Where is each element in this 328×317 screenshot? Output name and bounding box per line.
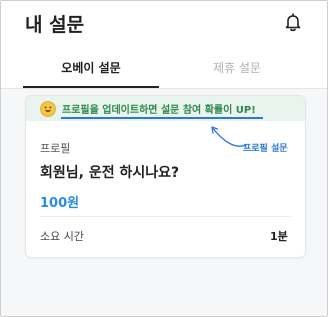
tab-partner-survey[interactable]: 제휴 설문 [169, 53, 305, 88]
survey-reward: 100원 [40, 196, 80, 211]
survey-category: 프로필 [40, 142, 71, 155]
divider [40, 216, 291, 217]
bell-icon[interactable] [282, 11, 304, 33]
banner-text: 프로필을 업데이트하면 설문 참여 확률이 UP! [62, 105, 256, 116]
tab-bar: 오베이 설문 제휴 설문 [1, 53, 327, 89]
duration-label: 소요 시간 [40, 230, 84, 243]
top-bar: 내 설문 [1, 1, 327, 43]
tab-obey-survey[interactable]: 오베이 설문 [23, 53, 159, 88]
app-screen: 내 설문 오베이 설문 제휴 설문 프로필을 업데이트하면 설문 참여 확률이 … [0, 0, 328, 317]
survey-card[interactable]: 프로필을 업데이트하면 설문 참여 확률이 UP! 프로필 회원님, 운전 하시… [25, 95, 306, 258]
survey-question: 회원님, 운전 하시나요? [40, 165, 180, 181]
profile-banner[interactable]: 프로필을 업데이트하면 설문 참여 확률이 UP! [26, 96, 305, 121]
page-title: 내 설문 [25, 14, 85, 36]
callout-label: 프로필 설문 [243, 144, 288, 154]
smile-emoji-icon [40, 101, 56, 117]
duration-value: 1분 [270, 230, 288, 243]
